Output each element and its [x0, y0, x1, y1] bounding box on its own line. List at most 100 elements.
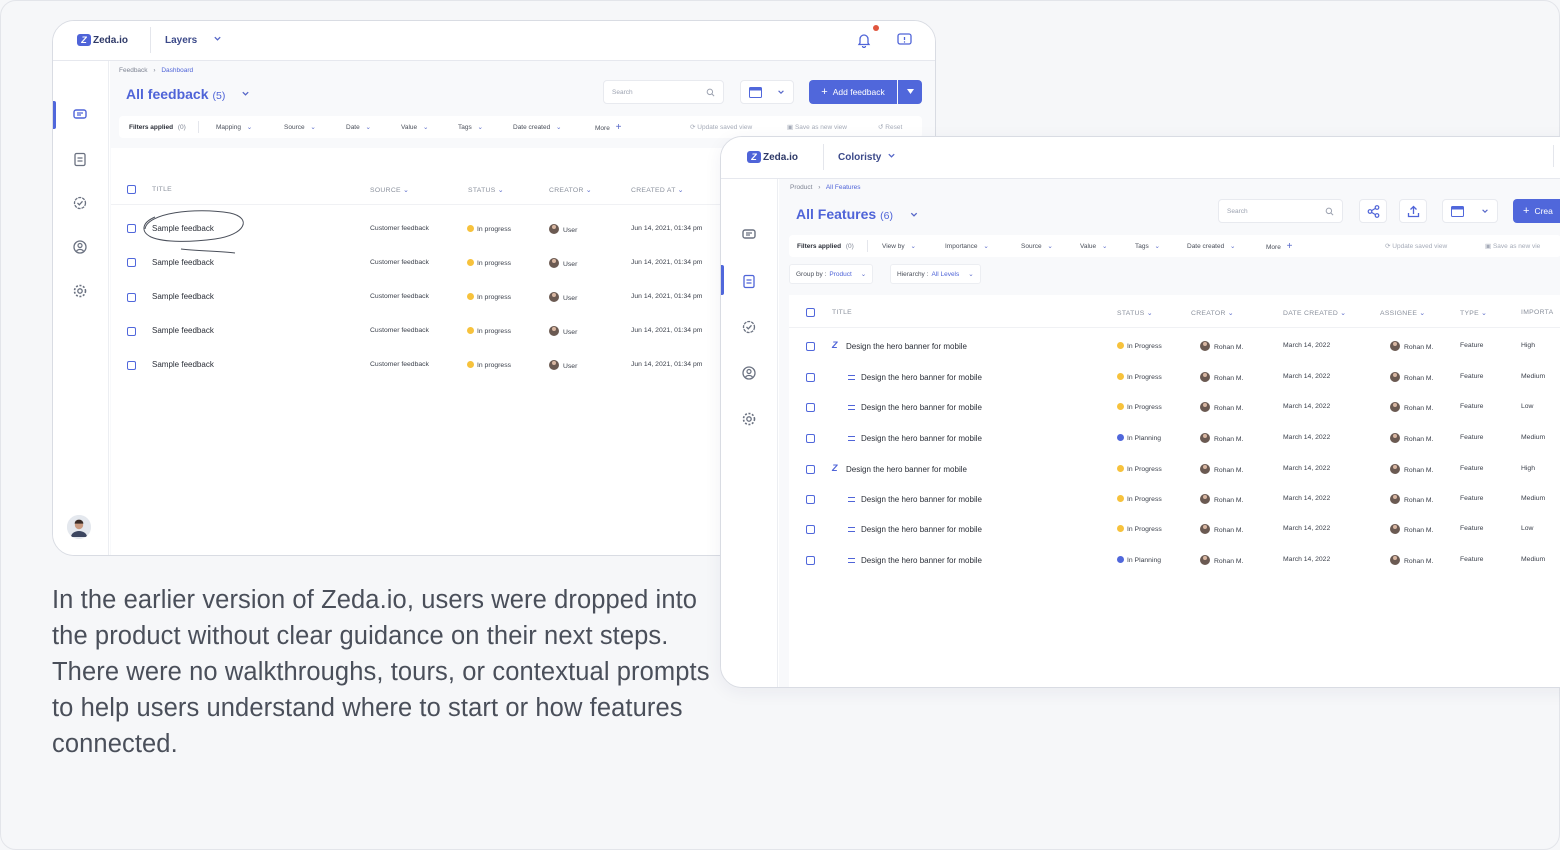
filter-date-created[interactable]: Date created ⌄: [1187, 242, 1235, 250]
column-header-title[interactable]: TITLE: [832, 309, 852, 316]
row-checkbox[interactable]: [127, 361, 136, 370]
select-all-checkbox[interactable]: [806, 308, 815, 317]
select-all-checkbox[interactable]: [127, 185, 136, 194]
badge-check-icon[interactable]: [741, 319, 757, 335]
logo[interactable]: Z Zeda.io: [747, 151, 798, 163]
save-as-new-view-button[interactable]: ▣ Save as new view: [787, 123, 847, 131]
filter-date-created[interactable]: Date created ⌄: [513, 123, 561, 131]
row-checkbox[interactable]: [127, 293, 136, 302]
filters-applied[interactable]: Filters applied (0): [797, 243, 854, 250]
save-as-new-view-button[interactable]: ▣ Save as new vie: [1485, 242, 1540, 250]
chevron-down-icon[interactable]: [213, 34, 222, 45]
add-feedback-dropdown[interactable]: [898, 80, 922, 104]
bell-icon[interactable]: [857, 25, 879, 53]
feedback-icon[interactable]: [741, 227, 757, 243]
row-title[interactable]: Design the hero banner for mobile: [861, 556, 982, 565]
filter-mapping[interactable]: Mapping ⌄: [216, 123, 252, 131]
column-header-creator[interactable]: CREATOR ⌄: [1191, 309, 1234, 317]
column-header-created-at[interactable]: CREATED AT ⌄: [631, 186, 684, 194]
row-title[interactable]: Design the hero banner for mobile: [846, 342, 967, 351]
top-bar: Z Zeda.io Coloristy: [721, 137, 1560, 179]
search-input[interactable]: Search: [603, 80, 724, 104]
column-header-creator[interactable]: CREATOR ⌄: [549, 186, 592, 194]
row-title[interactable]: Design the hero banner for mobile: [846, 465, 967, 474]
column-header-source[interactable]: SOURCE ⌄: [370, 186, 409, 194]
row-title[interactable]: Sample feedback: [152, 258, 214, 267]
update-saved-view-button[interactable]: ⟳ Update saved view: [690, 123, 752, 131]
view-selector[interactable]: [1442, 199, 1498, 223]
reset-button[interactable]: ↺ Reset: [878, 123, 902, 131]
row-title[interactable]: Design the hero banner for mobile: [861, 495, 982, 504]
group-by-selector[interactable]: Group by : Product ⌄: [789, 264, 874, 284]
search-input[interactable]: Search: [1218, 199, 1343, 223]
row-checkbox[interactable]: [127, 327, 136, 336]
row-title[interactable]: Design the hero banner for mobile: [861, 373, 982, 382]
column-header-assignee[interactable]: ASSIGNEE ⌄: [1380, 309, 1425, 317]
row-title[interactable]: Design the hero banner for mobile: [861, 403, 982, 412]
row-title[interactable]: Design the hero banner for mobile: [861, 525, 982, 534]
filter-more[interactable]: More +: [1266, 241, 1292, 252]
filter-importance[interactable]: Importance ⌄: [945, 242, 989, 250]
page-title[interactable]: All feedback (5): [126, 86, 250, 102]
filter-view-by[interactable]: View by ⌄: [882, 242, 916, 250]
row-checkbox[interactable]: [127, 258, 136, 267]
avatar[interactable]: [67, 515, 91, 539]
create-button[interactable]: + Crea: [1513, 199, 1560, 223]
chevron-down-icon[interactable]: [241, 89, 250, 98]
breadcrumb-item[interactable]: Product: [790, 184, 812, 191]
column-header-type[interactable]: TYPE ⌄: [1460, 309, 1487, 317]
row-title[interactable]: Design the hero banner for mobile: [861, 434, 982, 443]
add-feedback-button[interactable]: + Add feedback: [809, 80, 897, 104]
gear-icon[interactable]: [72, 283, 88, 299]
row-title[interactable]: Sample feedback: [152, 292, 214, 301]
export-button[interactable]: [1399, 199, 1427, 223]
filter-more[interactable]: More +: [595, 122, 621, 133]
row-checkbox[interactable]: [806, 525, 815, 534]
clipboard-icon[interactable]: [72, 151, 88, 167]
hierarchy-selector[interactable]: Hierarchy : All Levels ⌄: [890, 264, 981, 284]
badge-check-icon[interactable]: [72, 195, 88, 211]
breadcrumb-item[interactable]: Feedback: [119, 67, 148, 74]
filter-source[interactable]: Source ⌄: [1021, 242, 1053, 250]
column-header-title[interactable]: TITLE: [152, 186, 172, 193]
filter-date[interactable]: Date ⌄: [346, 123, 371, 131]
filter-tags[interactable]: Tags ⌄: [458, 123, 483, 131]
filter-source[interactable]: Source ⌄: [284, 123, 316, 131]
row-title[interactable]: Sample feedback: [152, 326, 214, 335]
row-checkbox[interactable]: [806, 403, 815, 412]
avatar: [1390, 464, 1400, 474]
row-checkbox[interactable]: [806, 373, 815, 382]
feedback-icon[interactable]: [72, 107, 88, 123]
gear-icon[interactable]: [741, 411, 757, 427]
column-header-label: SOURCE: [370, 187, 401, 194]
row-title[interactable]: Sample feedback: [152, 360, 214, 369]
feedback-chat-icon[interactable]: [897, 33, 912, 52]
zeda-logo-icon: Z: [747, 151, 761, 163]
user-circle-icon[interactable]: [741, 365, 757, 381]
filter-value[interactable]: Value ⌄: [401, 123, 428, 131]
column-header-status[interactable]: STATUS ⌄: [1117, 309, 1153, 317]
row-checkbox[interactable]: [806, 465, 815, 474]
row-checkbox[interactable]: [806, 434, 815, 443]
logo[interactable]: Z Zeda.io: [77, 34, 128, 46]
workspace-name[interactable]: Coloristy: [838, 152, 881, 163]
row-checkbox[interactable]: [806, 556, 815, 565]
row-status-label: In Progress: [1127, 466, 1162, 473]
column-header-importance[interactable]: IMPORTA: [1521, 309, 1553, 316]
user-circle-icon[interactable]: [72, 239, 88, 255]
filters-applied[interactable]: Filters applied (0): [129, 124, 186, 131]
clipboard-icon[interactable]: [741, 273, 757, 289]
filter-tags[interactable]: Tags ⌄: [1135, 242, 1160, 250]
column-header-date-created[interactable]: DATE CREATED ⌄: [1283, 309, 1346, 317]
chevron-down-icon[interactable]: [909, 210, 919, 219]
update-saved-view-button[interactable]: ⟳ Update saved view: [1385, 242, 1447, 250]
share-button[interactable]: [1359, 199, 1387, 223]
chevron-down-icon[interactable]: [887, 151, 896, 162]
row-checkbox[interactable]: [806, 495, 815, 504]
column-header-status[interactable]: STATUS ⌄: [468, 186, 504, 194]
page-title[interactable]: All Features (6): [796, 206, 919, 222]
workspace-name[interactable]: Layers: [165, 35, 197, 46]
view-selector[interactable]: [740, 80, 794, 104]
row-checkbox[interactable]: [806, 342, 815, 351]
filter-value[interactable]: Value ⌄: [1080, 242, 1107, 250]
